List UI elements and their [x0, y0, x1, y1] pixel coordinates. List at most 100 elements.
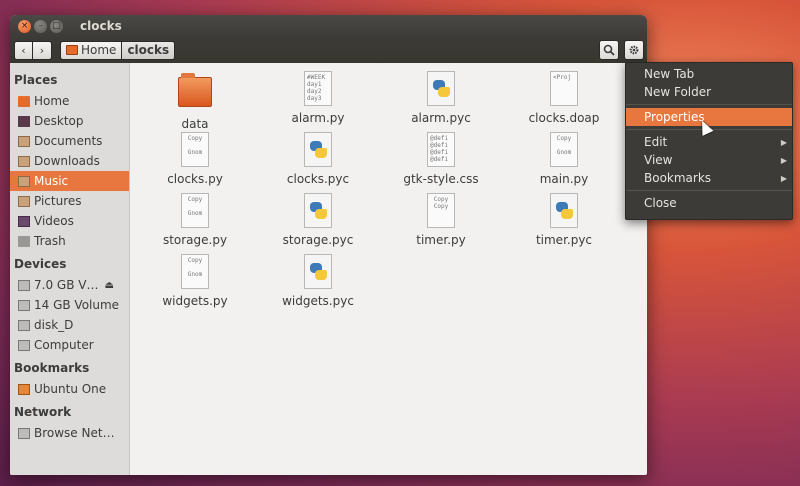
- file-item[interactable]: data: [140, 71, 250, 131]
- python-icon: [304, 254, 332, 289]
- file-item[interactable]: <Proj clocks.doap: [509, 71, 619, 125]
- sidebar-item-label: Home: [34, 94, 70, 108]
- menu-separator: [626, 104, 792, 105]
- text-file-icon: Copy Gnom: [550, 132, 578, 167]
- text-file-icon: Copy Gnom: [181, 132, 209, 167]
- pictures-folder-icon: [18, 195, 30, 207]
- sidebar-item-desktop[interactable]: Desktop: [10, 111, 129, 131]
- file-name: clocks.doap: [528, 111, 600, 125]
- file-name: timer.py: [416, 233, 466, 247]
- python-icon: [304, 193, 332, 228]
- file-item[interactable]: Copy Gnom main.py: [509, 132, 619, 186]
- python-icon: [550, 193, 578, 228]
- file-item[interactable]: Copy Gnom widgets.py: [140, 254, 250, 308]
- sidebar-item-label: Ubuntu One: [34, 382, 107, 396]
- menu-item-label: Bookmarks: [644, 171, 712, 185]
- menu-separator: [626, 190, 792, 191]
- file-item[interactable]: Copy Gnom storage.py: [140, 193, 250, 247]
- sidebar-section-devices: Devices: [14, 257, 67, 271]
- file-item[interactable]: Copy Gnom clocks.py: [140, 132, 250, 186]
- file-item[interactable]: alarm.pyc: [386, 71, 496, 125]
- eject-icon[interactable]: ⏏: [104, 280, 113, 291]
- maximize-window-button[interactable]: □: [50, 19, 63, 33]
- sidebar-item-label: Videos: [34, 214, 74, 228]
- minimize-window-button[interactable]: –: [34, 19, 47, 33]
- file-name: alarm.pyc: [411, 111, 471, 125]
- menu-item-close[interactable]: Close: [626, 194, 792, 212]
- downloads-folder-icon: [18, 155, 30, 167]
- file-name: main.py: [539, 172, 589, 186]
- text-file-icon: #WEEK day1 day2 day3: [304, 71, 332, 106]
- videos-folder-icon: [18, 215, 30, 227]
- sidebar-item-browse-network[interactable]: Browse Net…: [10, 423, 129, 443]
- menu-item-new-tab[interactable]: New Tab: [626, 65, 792, 83]
- menu-item-new-folder[interactable]: New Folder: [626, 83, 792, 101]
- menu-item-edit[interactable]: Edit ▶: [626, 133, 792, 151]
- settings-button[interactable]: [624, 40, 644, 60]
- file-name: storage.pyc: [282, 233, 354, 247]
- titlebar: × – □ clocks: [10, 15, 647, 37]
- file-name: data: [181, 117, 209, 131]
- sidebar-item-label: Trash: [34, 234, 66, 248]
- back-button[interactable]: ‹: [14, 40, 33, 60]
- file-name: storage.py: [162, 233, 228, 247]
- drive-icon: [18, 279, 30, 291]
- sidebar-item-label: Documents: [34, 134, 103, 148]
- file-manager-window: × – □ clocks ‹ › Home clocks Places Home…: [10, 15, 647, 475]
- sidebar-item-label: disk_D: [34, 318, 74, 332]
- breadcrumb-current[interactable]: clocks: [122, 40, 176, 60]
- sidebar-item-label: Music: [34, 174, 69, 188]
- sidebar-item-volume-7gb[interactable]: 7.0 GB V… ⏏: [10, 275, 129, 295]
- menu-item-label: View: [644, 153, 673, 167]
- file-name: widgets.py: [162, 294, 228, 308]
- file-item[interactable]: storage.pyc: [263, 193, 373, 247]
- close-window-button[interactable]: ×: [18, 19, 31, 33]
- home-icon: [18, 95, 30, 107]
- menu-item-label: Edit: [644, 135, 668, 149]
- file-name: alarm.py: [291, 111, 345, 125]
- sidebar-item-videos[interactable]: Videos: [10, 211, 129, 231]
- computer-icon: [18, 339, 30, 351]
- menu-item-bookmarks[interactable]: Bookmarks ▶: [626, 169, 792, 187]
- context-menu: New Tab New Folder Properties Edit ▶ View…: [625, 62, 793, 220]
- sidebar-item-home[interactable]: Home: [10, 91, 129, 111]
- toolbar: ‹ › Home clocks: [10, 37, 647, 63]
- menu-item-view[interactable]: View ▶: [626, 151, 792, 169]
- sidebar-item-disk-d[interactable]: disk_D: [10, 315, 129, 335]
- python-icon: [304, 132, 332, 167]
- text-file-icon: @defi @defi @defi @defi: [427, 132, 455, 167]
- file-name: widgets.pyc: [282, 294, 354, 308]
- file-item[interactable]: timer.pyc: [509, 193, 619, 247]
- folder-icon: [178, 73, 212, 107]
- network-icon: [18, 427, 30, 439]
- file-item[interactable]: #WEEK day1 day2 day3 alarm.py: [263, 71, 373, 125]
- submenu-arrow-icon: ▶: [780, 137, 787, 147]
- sidebar-item-downloads[interactable]: Downloads: [10, 151, 129, 171]
- file-item[interactable]: widgets.pyc: [263, 254, 373, 308]
- sidebar-section-bookmarks: Bookmarks: [14, 361, 90, 375]
- sidebar-item-label: 14 GB Volume: [34, 298, 120, 312]
- python-icon: [427, 71, 455, 106]
- sidebar-item-ubuntu-one[interactable]: Ubuntu One: [10, 379, 129, 399]
- sidebar-item-music[interactable]: Music: [10, 171, 129, 191]
- music-folder-icon: [18, 175, 30, 187]
- sidebar-item-pictures[interactable]: Pictures: [10, 191, 129, 211]
- sidebar-item-computer[interactable]: Computer: [10, 335, 129, 355]
- file-item[interactable]: Copy Copy timer.py: [386, 193, 496, 247]
- file-item[interactable]: @defi @defi @defi @defi gtk-style.css: [386, 132, 496, 186]
- drive-icon: [18, 319, 30, 331]
- sidebar-item-volume-14gb[interactable]: 14 GB Volume: [10, 295, 129, 315]
- file-view: data #WEEK day1 day2 day3 alarm.py alarm.py…: [130, 63, 647, 475]
- sidebar-item-trash[interactable]: Trash: [10, 231, 129, 251]
- sidebar-item-documents[interactable]: Documents: [10, 131, 129, 151]
- home-icon: [66, 45, 78, 55]
- file-item[interactable]: clocks.pyc: [263, 132, 373, 186]
- forward-button[interactable]: ›: [33, 40, 52, 60]
- text-file-icon: Copy Gnom: [181, 193, 209, 228]
- text-file-icon: Copy Gnom: [181, 254, 209, 289]
- window-title: clocks: [80, 19, 122, 33]
- search-button[interactable]: [599, 40, 619, 60]
- sidebar-item-label: Pictures: [34, 194, 82, 208]
- drive-icon: [18, 299, 30, 311]
- breadcrumb-home[interactable]: Home: [60, 40, 123, 60]
